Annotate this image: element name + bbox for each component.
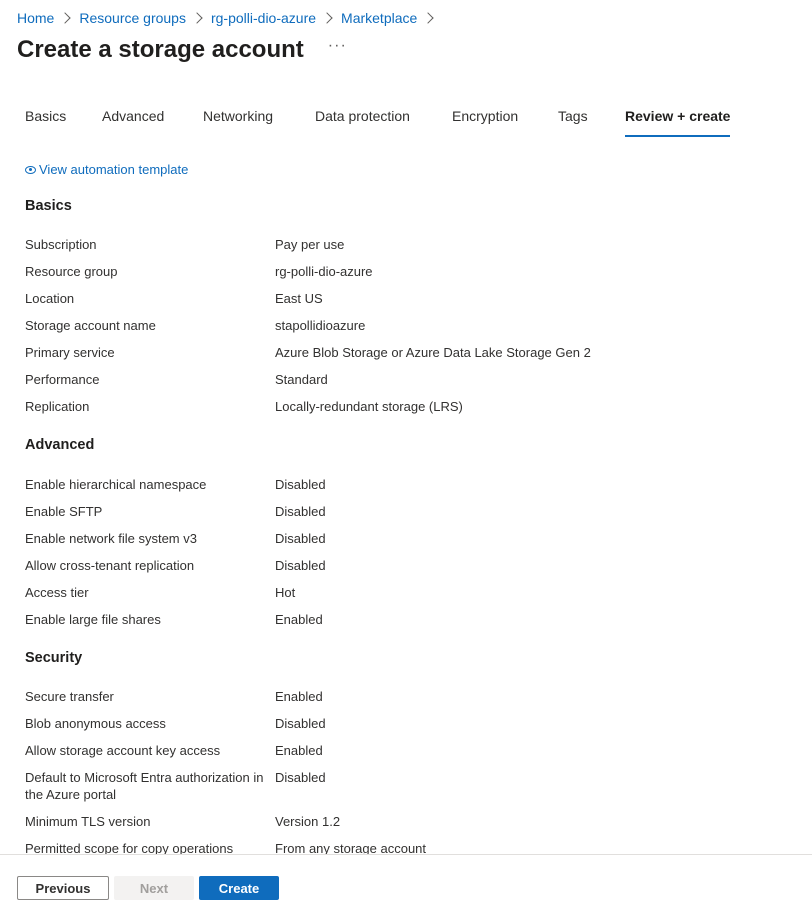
row-value: Disabled [275, 477, 326, 492]
page-title: Create a storage account [17, 36, 304, 63]
row-value: Version 1.2 [275, 814, 341, 829]
row-label: Access tier [25, 585, 89, 600]
chevron-right-icon [191, 12, 203, 24]
chevron-right-icon [422, 12, 434, 24]
wizard-footer: Previous Next Create [0, 854, 812, 905]
row-label: Enable SFTP [25, 504, 103, 519]
row-value: Enabled [275, 689, 323, 704]
chevron-right-icon [321, 12, 333, 24]
row-label: Subscription [25, 237, 97, 252]
tab-review-create[interactable]: Review + create [625, 108, 731, 137]
row-label: Allow cross-tenant replication [25, 558, 195, 573]
more-options-icon[interactable]: ··· [328, 37, 347, 55]
tab-networking[interactable]: Networking [203, 108, 273, 124]
breadcrumb-home[interactable]: Home [17, 10, 54, 26]
row-value: Locally-redundant storage (LRS) [275, 399, 463, 414]
section-title-security: Security [25, 650, 83, 666]
view-automation-template-link[interactable]: View automation template [25, 162, 188, 177]
row-label: Secure transfer [25, 689, 114, 704]
row-label: Blob anonymous access [25, 716, 166, 731]
review-summary[interactable]: Basics Subscription Pay per use Resource … [25, 195, 785, 855]
row-label: Enable hierarchical namespace [25, 477, 207, 492]
section-title-basics: Basics [25, 198, 72, 214]
previous-button[interactable]: Previous [17, 876, 109, 900]
chevron-right-icon [59, 12, 72, 24]
eye-icon [25, 165, 36, 174]
breadcrumb: Home Resource groups rg-polli-dio-azure … [17, 9, 442, 27]
row-value: Hot [275, 585, 296, 600]
tab-tags[interactable]: Tags [558, 108, 588, 124]
tab-basics[interactable]: Basics [25, 108, 66, 124]
breadcrumb-resource-groups[interactable]: Resource groups [79, 10, 186, 26]
row-label: Storage account name [25, 318, 156, 333]
row-value: Disabled [275, 531, 326, 546]
breadcrumb-marketplace[interactable]: Marketplace [341, 10, 417, 26]
row-label: Replication [25, 399, 90, 414]
row-value: rg-polli-dio-azure [275, 264, 373, 279]
row-value: Enabled [275, 612, 323, 627]
row-label: Location [25, 291, 75, 306]
breadcrumb-resource-group[interactable]: rg-polli-dio-azure [211, 10, 316, 26]
create-button[interactable]: Create [199, 876, 279, 900]
row-value: Disabled [275, 770, 326, 785]
row-value: Pay per use [275, 237, 345, 252]
row-value: Disabled [275, 504, 326, 519]
view-automation-template-label: View automation template [39, 162, 189, 177]
tab-advanced[interactable]: Advanced [102, 108, 164, 124]
row-label: Allow storage account key access [25, 743, 221, 758]
row-label: Primary service [25, 345, 115, 360]
row-value: Standard [275, 372, 328, 387]
row-label: Enable large file shares [25, 612, 161, 627]
row-label: Permitted scope for copy operations [25, 841, 234, 855]
row-label: Performance [25, 372, 100, 387]
row-value: Disabled [275, 558, 326, 573]
tab-encryption[interactable]: Encryption [452, 108, 518, 124]
row-label: Minimum TLS version [25, 814, 151, 829]
next-button: Next [114, 876, 194, 900]
row-value: Azure Blob Storage or Azure Data Lake St… [275, 345, 591, 360]
row-value: Enabled [275, 743, 323, 758]
row-label: Resource group [25, 264, 118, 279]
row-value: stapollidioazure [275, 318, 366, 333]
tab-data-protection[interactable]: Data protection [315, 108, 410, 124]
row-value: From any storage account [275, 841, 427, 855]
row-value: Disabled [275, 716, 326, 731]
title-row: Create a storage account ··· [17, 36, 347, 64]
row-value: East US [275, 291, 323, 306]
section-title-advanced: Advanced [25, 437, 95, 453]
row-label: Enable network file system v3 [25, 531, 197, 546]
row-label: Default to Microsoft Entra authorization… [25, 770, 264, 802]
